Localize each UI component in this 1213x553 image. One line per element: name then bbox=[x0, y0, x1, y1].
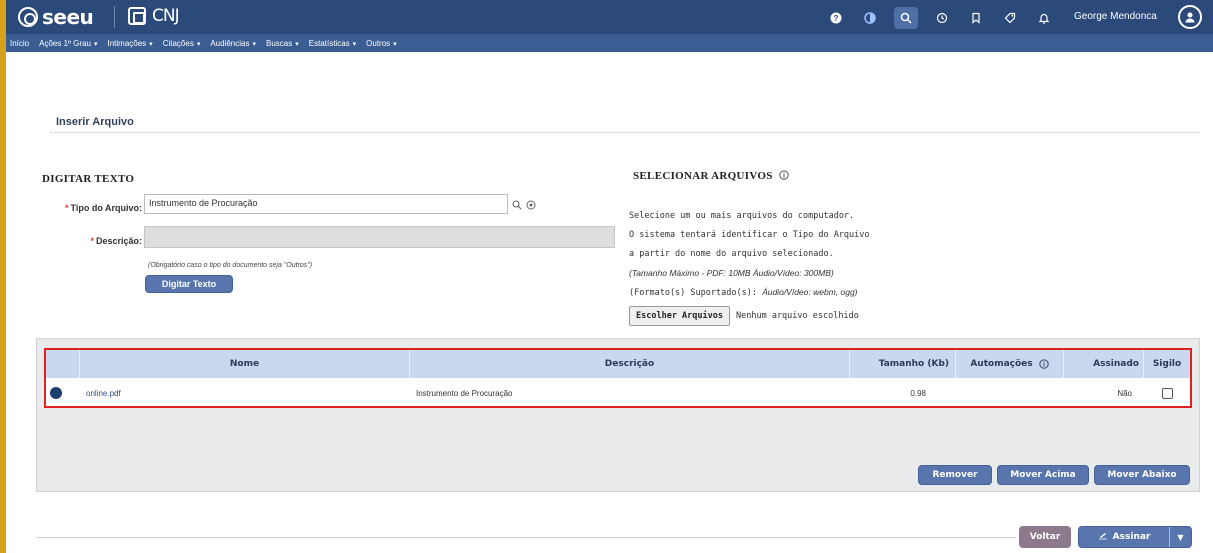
chevron-down-icon: ▾ bbox=[149, 40, 153, 48]
cell-nome: online.pdf bbox=[80, 380, 410, 406]
cnj-logo-text: CNJ bbox=[152, 6, 180, 26]
header-assinado[interactable]: Assinado bbox=[1064, 350, 1144, 378]
digitar-texto-heading: DIGITAR TEXTO bbox=[42, 173, 135, 185]
instruction-line: Selecione um ou mais arquivos do computa… bbox=[629, 211, 855, 221]
header-nome[interactable]: Nome bbox=[80, 350, 410, 378]
chevron-down-icon: ▾ bbox=[93, 40, 98, 48]
title-divider bbox=[50, 132, 1200, 133]
selecionar-arquivos-heading: SELECIONAR ARQUIVOS bbox=[633, 170, 789, 183]
header-tamanho[interactable]: Tamanho (Kb) bbox=[850, 350, 956, 378]
cnj-logo-icon bbox=[128, 7, 146, 25]
instruction-line: a partir do nome do arquivo selecionado. bbox=[629, 249, 834, 259]
chevron-down-icon: ▼ bbox=[1177, 532, 1184, 542]
no-file-text: Nenhum arquivo escolhido bbox=[736, 311, 859, 321]
pen-icon bbox=[1098, 532, 1108, 543]
svg-text:?: ? bbox=[834, 14, 839, 23]
digitar-texto-button[interactable]: Digitar Texto bbox=[145, 275, 233, 293]
required-marker: * bbox=[64, 203, 69, 213]
search-icon[interactable] bbox=[894, 7, 918, 29]
info-icon[interactable] bbox=[779, 170, 789, 183]
instruction-size-limits: (Tamanho Máximo - PDF: 10MB Áudio/Vídeo:… bbox=[629, 268, 834, 278]
voltar-button[interactable]: Voltar bbox=[1019, 526, 1071, 548]
header-icons: ? bbox=[826, 7, 1054, 29]
tipo-arquivo-label: * Tipo do Arquivo: bbox=[64, 203, 142, 213]
menu-item-inicio[interactable]: Início bbox=[10, 39, 29, 48]
mover-acima-button[interactable]: Mover Acima bbox=[997, 465, 1089, 485]
page-title: Inserir Arquivo bbox=[56, 116, 134, 128]
radio-selected-icon bbox=[50, 387, 62, 399]
menu-item-audiencias[interactable]: Audiências ▾ bbox=[210, 39, 256, 48]
assinar-dropdown-toggle[interactable]: ▼ bbox=[1169, 527, 1191, 547]
page: seeu CNJ ? George Mendonca Início Ações … bbox=[0, 0, 1213, 553]
footer-divider bbox=[36, 537, 1016, 538]
cell-assinado: Não bbox=[1117, 388, 1132, 398]
row-select-radio[interactable] bbox=[46, 380, 80, 406]
remover-button[interactable]: Remover bbox=[918, 465, 992, 485]
seeu-logo-text: seeu bbox=[42, 5, 94, 29]
table-row[interactable]: online.pdf Instrumento de Procuração 0.9… bbox=[46, 380, 1190, 406]
help-icon[interactable]: ? bbox=[826, 8, 846, 28]
cell-automacoes bbox=[956, 380, 1064, 406]
menu-item-acoes-1-grau[interactable]: Ações 1º Grau ▾ bbox=[39, 39, 97, 48]
top-bar: seeu CNJ ? George Mendonca bbox=[6, 0, 1213, 34]
user-avatar-icon[interactable] bbox=[1178, 5, 1202, 29]
assinar-button[interactable]: Assinar ▼ bbox=[1078, 526, 1192, 548]
chevron-down-icon: ▾ bbox=[393, 40, 397, 48]
user-name[interactable]: George Mendonca bbox=[1074, 11, 1157, 22]
search-icon[interactable] bbox=[512, 200, 522, 213]
bell-icon[interactable] bbox=[1034, 8, 1054, 28]
menu-item-buscas[interactable]: Buscas ▾ bbox=[266, 39, 299, 48]
info-icon[interactable] bbox=[1038, 359, 1049, 369]
cell-descricao: Instrumento de Procuração bbox=[416, 388, 513, 398]
bookmark-icon[interactable] bbox=[966, 8, 986, 28]
menu-item-outros[interactable]: Outros ▾ bbox=[366, 39, 397, 48]
header-select bbox=[46, 350, 80, 378]
assinar-main[interactable]: Assinar bbox=[1079, 527, 1169, 547]
contrast-icon[interactable] bbox=[860, 8, 880, 28]
choose-files-button[interactable]: Escolher Arquivos bbox=[629, 306, 730, 326]
history-icon[interactable] bbox=[932, 8, 952, 28]
descricao-label: * Descrição: bbox=[90, 236, 142, 246]
selecionar-instructions: Selecione um ou mais arquivos do computa… bbox=[629, 207, 870, 303]
chevron-down-icon: ▾ bbox=[295, 40, 299, 48]
cell-sigilo bbox=[1144, 380, 1190, 406]
menu-item-intimacoes[interactable]: Intimações ▾ bbox=[107, 39, 152, 48]
menu-item-estatisticas[interactable]: Estatísticas ▾ bbox=[309, 39, 356, 48]
seeu-logo[interactable]: seeu bbox=[18, 4, 94, 30]
instruction-formats: (Formato(s) Suportado(s): Áudio/Vídeo: w… bbox=[629, 287, 858, 298]
tag-icon[interactable] bbox=[1000, 8, 1020, 28]
main-menu: Início Ações 1º Grau ▾ Intimações ▾ Citaçõ… bbox=[6, 34, 1213, 52]
files-table: Nome Descrição Tamanho (Kb) Automações A… bbox=[44, 348, 1192, 408]
tipo-arquivo-input[interactable]: Instrumento de Procuração bbox=[144, 194, 508, 214]
chevron-down-icon: ▾ bbox=[196, 40, 201, 48]
file-link[interactable]: online.pdf bbox=[86, 389, 121, 398]
header-divider bbox=[114, 6, 115, 28]
chevron-down-icon: ▾ bbox=[252, 40, 256, 48]
menu-item-citacoes[interactable]: Citações ▾ bbox=[163, 39, 201, 48]
header-automacoes[interactable]: Automações bbox=[956, 350, 1064, 378]
sigilo-checkbox[interactable] bbox=[1161, 387, 1173, 399]
instruction-line: O sistema tentará identificar o Tipo do … bbox=[629, 230, 870, 240]
mover-abaixo-button[interactable]: Mover Abaixo bbox=[1094, 465, 1190, 485]
descricao-hint: (Obrigatório caso o tipo do documento se… bbox=[148, 262, 313, 269]
cell-tamanho: 0.98 bbox=[910, 388, 926, 398]
cnj-logo: CNJ bbox=[128, 6, 180, 26]
descricao-input[interactable] bbox=[144, 226, 615, 248]
clear-icon[interactable] bbox=[526, 200, 536, 213]
seeu-logo-icon bbox=[18, 7, 38, 27]
header-sigilo[interactable]: Sigilo bbox=[1144, 350, 1190, 378]
required-marker: * bbox=[90, 236, 94, 246]
header-descricao[interactable]: Descrição bbox=[410, 350, 850, 378]
chevron-down-icon: ▾ bbox=[352, 40, 357, 48]
table-header: Nome Descrição Tamanho (Kb) Automações A… bbox=[46, 350, 1190, 378]
